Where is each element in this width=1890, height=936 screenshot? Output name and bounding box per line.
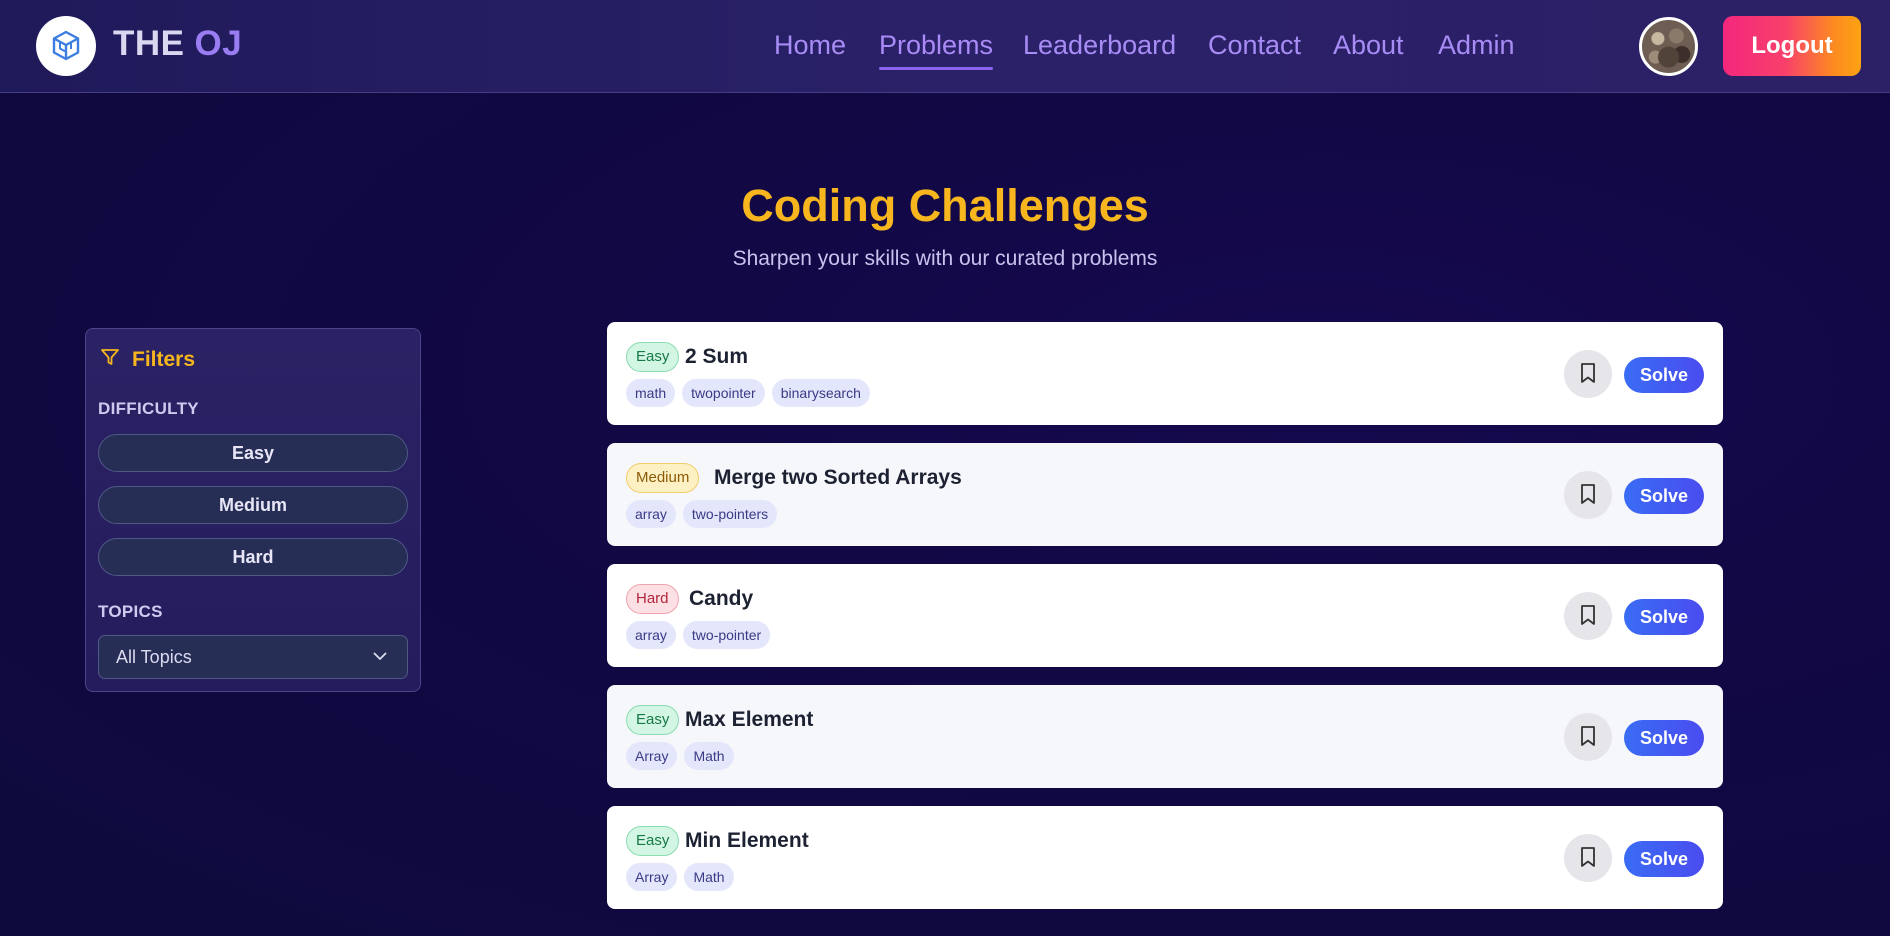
- bookmark-button[interactable]: [1564, 834, 1612, 882]
- problem-title[interactable]: Max Element: [685, 708, 813, 732]
- bookmark-icon: [1579, 604, 1597, 629]
- difficulty-badge: Easy: [626, 826, 680, 856]
- tag-list: Array Math: [626, 742, 734, 770]
- tag: two-pointer: [682, 621, 771, 649]
- tag-list: Array Math: [626, 863, 734, 891]
- page-subtitle: Sharpen your skills with our curated pro…: [732, 247, 1158, 270]
- tag-list: array two-pointer: [626, 621, 771, 649]
- nav-leaderboard[interactable]: Leaderboard: [1023, 30, 1176, 61]
- difficulty-badge: Easy: [626, 705, 680, 735]
- filters-title: Filters: [132, 347, 196, 371]
- chevron-down-icon: [373, 648, 387, 666]
- tag: math: [626, 379, 676, 407]
- difficulty-badge: Hard: [626, 584, 679, 614]
- tag: Array: [626, 742, 678, 770]
- tag: Array: [626, 863, 678, 891]
- filters-header: Filters: [100, 347, 195, 372]
- brand-part-2: OJ: [194, 24, 243, 63]
- bookmark-button[interactable]: [1564, 592, 1612, 640]
- funnel-icon: [100, 347, 120, 372]
- nav-admin[interactable]: Admin: [1438, 30, 1515, 61]
- difficulty-label: DIFFICULTY: [98, 399, 199, 418]
- problem-card: Medium Merge two Sorted Arrays array two…: [607, 443, 1723, 546]
- tag: two-pointers: [682, 500, 778, 528]
- solve-button[interactable]: Solve: [1624, 357, 1704, 393]
- nav-active-underline: [879, 67, 993, 70]
- bookmark-button[interactable]: [1564, 471, 1612, 519]
- filter-easy-button[interactable]: Easy: [98, 434, 408, 472]
- solve-button[interactable]: Solve: [1624, 720, 1704, 756]
- problem-title[interactable]: Candy: [689, 587, 753, 611]
- bookmark-button[interactable]: [1564, 350, 1612, 398]
- bookmark-icon: [1579, 483, 1597, 508]
- solve-button[interactable]: Solve: [1624, 599, 1704, 635]
- avatar[interactable]: [1639, 17, 1698, 76]
- navbar: THE OJ Home Problems Leaderboard Contact …: [0, 0, 1890, 93]
- filter-hard-button[interactable]: Hard: [98, 538, 408, 576]
- solve-button[interactable]: Solve: [1624, 478, 1704, 514]
- tag: array: [626, 500, 676, 528]
- solve-button[interactable]: Solve: [1624, 841, 1704, 877]
- difficulty-badge: Medium: [626, 463, 700, 493]
- nav-contact[interactable]: Contact: [1208, 30, 1301, 61]
- bookmark-button[interactable]: [1564, 713, 1612, 761]
- filter-medium-button[interactable]: Medium: [98, 486, 408, 524]
- logout-button[interactable]: Logout: [1723, 16, 1861, 76]
- brand-part-1: THE: [113, 24, 185, 63]
- topics-label: TOPICS: [98, 602, 163, 621]
- tag: binarysearch: [771, 379, 870, 407]
- tag: Math: [684, 742, 734, 770]
- problem-title[interactable]: 2 Sum: [685, 345, 748, 369]
- problem-card: Easy Max Element Array Math Solve: [607, 685, 1723, 788]
- tag-list: math twopointer binarysearch: [626, 379, 870, 407]
- tag: twopointer: [682, 379, 765, 407]
- filters-panel: Filters DIFFICULTY Easy Medium Hard TOPI…: [85, 328, 421, 692]
- problem-card: Easy 2 Sum math twopointer binarysearch …: [607, 322, 1723, 425]
- tag-list: array two-pointers: [626, 500, 778, 528]
- tag: array: [626, 621, 676, 649]
- cube-logo-icon[interactable]: [36, 16, 96, 76]
- bookmark-icon: [1579, 725, 1597, 750]
- nav-problems[interactable]: Problems: [879, 30, 993, 61]
- difficulty-badge: Easy: [626, 342, 680, 372]
- tag: Math: [684, 863, 734, 891]
- topics-selected-value: All Topics: [116, 646, 192, 667]
- nav-home[interactable]: Home: [774, 30, 846, 61]
- problem-card: Easy Min Element Array Math Solve: [607, 806, 1723, 909]
- problem-title[interactable]: Min Element: [685, 829, 809, 853]
- topics-select[interactable]: All Topics: [98, 635, 408, 679]
- bookmark-icon: [1579, 846, 1597, 871]
- nav-about[interactable]: About: [1333, 30, 1404, 61]
- problem-card: Hard Candy array two-pointer Solve: [607, 564, 1723, 667]
- page-title: Coding Challenges: [741, 180, 1149, 231]
- bookmark-icon: [1579, 362, 1597, 387]
- problem-title[interactable]: Merge two Sorted Arrays: [714, 466, 962, 490]
- brand-title[interactable]: THE OJ: [113, 24, 242, 64]
